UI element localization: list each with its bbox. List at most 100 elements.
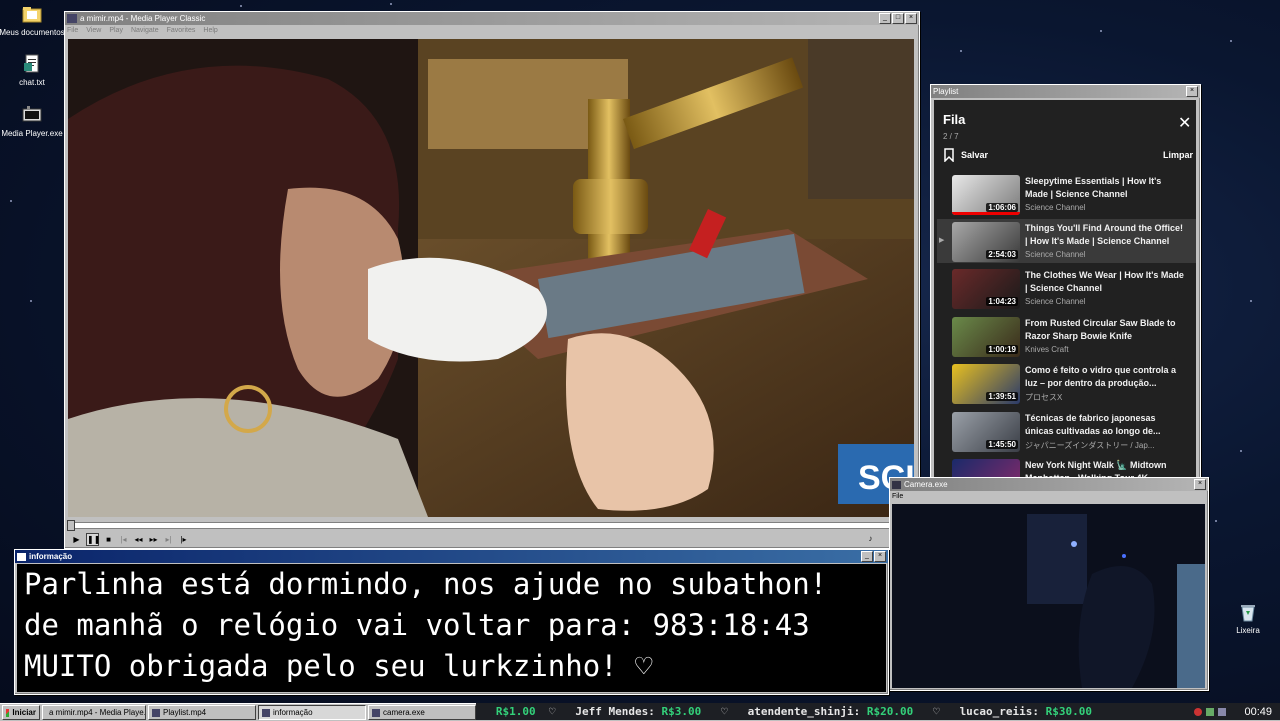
queue-item[interactable]: 1:04:23 The Clothes We Wear | How It's M… bbox=[941, 266, 1196, 310]
window-icon bbox=[17, 552, 26, 561]
maximize-button[interactable]: □ bbox=[892, 13, 904, 24]
stop-icon[interactable]: ■ bbox=[103, 534, 114, 545]
menu-navigate[interactable]: Navigate bbox=[131, 27, 159, 34]
camera-window[interactable]: Camera.exe × File bbox=[889, 477, 1209, 691]
video-scene: SCI bbox=[68, 39, 914, 517]
menu-play[interactable]: Play bbox=[109, 27, 123, 34]
queue-close-icon[interactable]: ✕ bbox=[1178, 113, 1191, 133]
info-window[interactable]: informação _ × Parlinha está dormindo, n… bbox=[14, 549, 889, 695]
close-button[interactable]: × bbox=[1186, 86, 1198, 97]
donation-amount: R$1.00 bbox=[495, 705, 536, 718]
donation-ticker: R$1.00 ♡ Jeff Mendes: R$3.00 ♡ atendente… bbox=[476, 703, 1170, 720]
pause-icon[interactable]: ❚❚ bbox=[86, 533, 100, 546]
desktop-icon-documents[interactable]: Meus documentos bbox=[0, 3, 67, 37]
queue-item[interactable]: 1:06:06 Sleepytime Essentials | How It's… bbox=[941, 172, 1196, 216]
channel-name: Science Channel bbox=[1025, 297, 1086, 306]
video-title: Como é feito o vidro que controla a luz … bbox=[1025, 365, 1177, 388]
donor-name: Jeff Mendes: bbox=[575, 705, 655, 718]
menu-view[interactable]: View bbox=[86, 27, 101, 34]
queue-item-current[interactable]: ▶ 2:54:03 Things You'll Find Around the … bbox=[937, 219, 1196, 263]
video-thumbnail: 1:00:19 bbox=[952, 317, 1020, 357]
camera-titlebar[interactable]: Camera.exe × bbox=[890, 478, 1208, 491]
tray-icon[interactable] bbox=[1218, 707, 1227, 716]
clear-button[interactable]: Limpar bbox=[1163, 150, 1193, 160]
video-frame[interactable]: SCI bbox=[68, 39, 914, 517]
message-line: Parlinha está dormindo, nos ajude no sub… bbox=[24, 567, 828, 601]
save-button[interactable]: Salvar bbox=[943, 148, 988, 162]
window-icon bbox=[152, 708, 160, 717]
duration-badge: 1:45:50 bbox=[986, 440, 1018, 449]
info-titlebar[interactable]: informação _ × bbox=[15, 550, 888, 563]
queue-position: 2 / 7 bbox=[943, 132, 959, 141]
taskbar-task[interactable]: camera.exe bbox=[368, 705, 476, 720]
playlist-titlebar[interactable]: Playlist × bbox=[931, 85, 1200, 98]
info-message: Parlinha está dormindo, nos ajude no sub… bbox=[17, 564, 886, 692]
duration-badge: 1:04:23 bbox=[986, 297, 1018, 306]
system-tray: 00:49 bbox=[1170, 703, 1280, 720]
desktop-icon-recycle-bin[interactable]: Lixeira bbox=[1213, 601, 1280, 635]
desktop-icon-chat[interactable]: chat.txt bbox=[0, 53, 67, 87]
windows-logo-icon bbox=[6, 708, 10, 717]
channel-name: Science Channel bbox=[1025, 250, 1086, 259]
clock[interactable]: 00:49 bbox=[1244, 706, 1272, 718]
now-playing-icon: ▶ bbox=[939, 237, 945, 244]
skip-forward-icon[interactable]: ▸| bbox=[163, 534, 174, 545]
video-title: From Rusted Circular Saw Blade to Razor … bbox=[1025, 318, 1176, 341]
donation-amount: R$30.00 bbox=[1045, 705, 1093, 718]
desktop-icon-media-player[interactable]: Media Player.exe bbox=[0, 104, 67, 138]
media-player-icon bbox=[67, 14, 77, 23]
close-button[interactable]: × bbox=[1194, 479, 1206, 490]
message-line: de manhã o relógio vai voltar para: 983:… bbox=[24, 608, 810, 642]
queue-item[interactable]: 1:00:19 From Rusted Circular Saw Blade t… bbox=[941, 314, 1196, 358]
fast-forward-icon[interactable]: ▸▸ bbox=[148, 534, 159, 545]
menu-help[interactable]: Help bbox=[203, 27, 217, 34]
minimize-button[interactable]: _ bbox=[861, 551, 873, 562]
queue-item[interactable]: 1:45:50 Técnicas de fabrico japonesas ún… bbox=[941, 409, 1196, 453]
play-icon[interactable]: ▶ bbox=[71, 534, 82, 545]
menu-file[interactable]: File bbox=[67, 27, 78, 34]
duration-badge: 1:06:06 bbox=[986, 203, 1018, 212]
tray-icon[interactable] bbox=[1206, 707, 1215, 716]
camera-icon bbox=[892, 480, 901, 489]
frame-step-icon[interactable]: |▸ bbox=[178, 534, 189, 545]
duration-badge: 1:00:19 bbox=[986, 345, 1018, 354]
window-title: informação bbox=[29, 552, 73, 561]
window-title: Playlist bbox=[933, 87, 959, 96]
text-file-icon bbox=[21, 53, 43, 75]
window-title: a mimir.mp4 - Media Player Classic bbox=[80, 14, 206, 23]
window-icon bbox=[262, 708, 270, 717]
menu-bar: File bbox=[890, 491, 1208, 502]
taskbar-task-active[interactable]: informação bbox=[258, 705, 366, 720]
channel-name: プロセスX bbox=[1025, 393, 1063, 402]
playlist-window[interactable]: Playlist × Fila 2 / 7 ✕ Salvar Limpar 1:… bbox=[930, 84, 1201, 486]
skip-back-icon[interactable]: |◂ bbox=[118, 534, 129, 545]
seek-thumb[interactable] bbox=[67, 520, 75, 531]
video-title: Técnicas de fabrico japonesas únicas cul… bbox=[1025, 413, 1161, 436]
rewind-icon[interactable]: ◂◂ bbox=[133, 534, 144, 545]
playback-controls: ▶ ❚❚ ■ |◂ ◂◂ ▸▸ ▸| |▸ bbox=[71, 533, 189, 546]
minimize-button[interactable]: _ bbox=[879, 13, 891, 24]
seek-bar[interactable] bbox=[71, 522, 915, 529]
start-label: Iniciar bbox=[12, 708, 36, 717]
window-title: Camera.exe bbox=[904, 480, 948, 489]
desktop-icon-label: Media Player.exe bbox=[1, 129, 63, 138]
volume-icon[interactable]: ♪ bbox=[865, 533, 876, 544]
folder-icon bbox=[21, 3, 43, 25]
close-button[interactable]: × bbox=[874, 551, 886, 562]
media-player-window[interactable]: a mimir.mp4 - Media Player Classic _ □ ×… bbox=[64, 11, 920, 549]
tray-icon[interactable] bbox=[1194, 707, 1203, 716]
queue-item[interactable]: 1:39:51 Como é feito o vidro que control… bbox=[941, 361, 1196, 405]
menu-favorites[interactable]: Favorites bbox=[167, 27, 196, 34]
taskbar-task[interactable]: Playlist.mp4 bbox=[148, 705, 256, 720]
mpc-titlebar[interactable]: a mimir.mp4 - Media Player Classic _ □ × bbox=[65, 12, 919, 25]
close-button[interactable]: × bbox=[905, 13, 917, 24]
heart-icon: ♡ bbox=[721, 705, 728, 718]
message-line: MUITO obrigada pelo seu lurkzinho! ♡ bbox=[24, 649, 653, 683]
start-button[interactable]: Iniciar bbox=[2, 705, 40, 720]
taskbar-task[interactable]: a mimir.mp4 - Media Playe... bbox=[42, 705, 146, 720]
menu-file[interactable]: File bbox=[892, 493, 903, 500]
save-label: Salvar bbox=[961, 150, 989, 160]
heart-icon: ♡ bbox=[548, 705, 556, 718]
desktop-icon-label: Meus documentos bbox=[0, 28, 65, 37]
camera-scene bbox=[892, 504, 1205, 688]
